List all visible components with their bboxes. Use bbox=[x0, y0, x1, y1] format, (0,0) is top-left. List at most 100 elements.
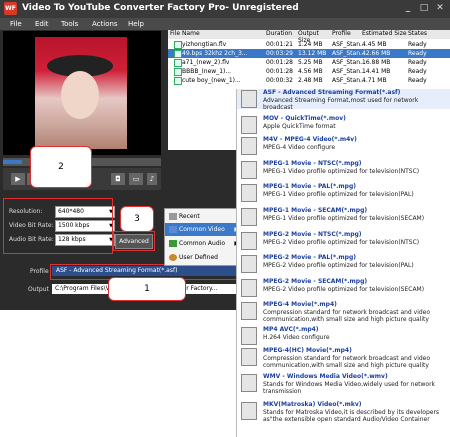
col-estimated-size[interactable]: Estimated Size bbox=[362, 30, 408, 39]
format-item[interactable]: M4V - MPEG-4 Video(*.m4v) MPEG-4 Video co… bbox=[237, 136, 450, 156]
table-cell: Ready bbox=[408, 77, 427, 84]
table-cell: BBBB_(new_1)... bbox=[182, 68, 232, 75]
col-file-name[interactable]: File Name bbox=[168, 30, 266, 39]
row-checkbox[interactable] bbox=[174, 68, 182, 76]
format-item[interactable]: MPEG-2 Movie - PAL(*.mpg) MPEG-2 Video pr… bbox=[237, 254, 450, 274]
user-icon bbox=[169, 254, 177, 261]
table-cell: ASF_Stan... bbox=[332, 68, 366, 75]
format-name: ASF - Advanced Streaming Format(*.asf) bbox=[263, 89, 401, 96]
menu-tools[interactable]: Tools bbox=[61, 20, 78, 28]
video-file-icon bbox=[241, 116, 257, 134]
table-row[interactable]: BBBB_(new_1)... 00:01:28 4.56 MB ASF_Stan..… bbox=[168, 67, 450, 76]
video-file-icon bbox=[241, 348, 257, 366]
format-item[interactable]: MPEG-2 Movie - SECAM(*.mpg) MPEG-2 Video … bbox=[237, 278, 450, 298]
col-profile[interactable]: Profile bbox=[332, 30, 362, 39]
maximize-icon[interactable]: □ bbox=[418, 2, 430, 14]
table-cell: 4.71 MB bbox=[362, 77, 387, 84]
table-cell: 1.24 MB bbox=[298, 41, 323, 48]
format-item[interactable]: MPEG-2 Movie - NTSC(*.mpg) MPEG-2 Video p… bbox=[237, 231, 450, 251]
video-file-icon bbox=[241, 90, 257, 108]
table-cell: cute boy_(new_1)... bbox=[182, 77, 241, 84]
row-checkbox[interactable] bbox=[174, 50, 182, 58]
submenu-common-audio[interactable]: Common Audio▶ bbox=[165, 237, 243, 250]
menu-bar: File Edit Tools Actions Help bbox=[0, 18, 450, 30]
format-item[interactable]: MPEG-4 Movie(*.mp4) Compression standard … bbox=[237, 301, 450, 327]
format-item[interactable]: MPEG-4(HC) Movie(*.mp4) Compression stand… bbox=[237, 347, 450, 373]
format-description: MPEG-2 Video profile optimized for telev… bbox=[263, 262, 414, 269]
output-label: Output bbox=[28, 286, 49, 293]
video-file-icon bbox=[241, 208, 257, 226]
close-icon[interactable]: ✕ bbox=[434, 2, 446, 14]
recent-icon bbox=[169, 213, 177, 220]
col-states[interactable]: States bbox=[408, 30, 450, 39]
callout-1: 1 bbox=[108, 277, 186, 301]
menu-edit[interactable]: Edit bbox=[35, 20, 49, 28]
format-description: Stands for Windows Media Video,widely us… bbox=[263, 381, 436, 395]
format-description: MPEG-2 Video profile optimized for telev… bbox=[263, 239, 420, 246]
format-item[interactable]: MOV - QuickTime(*.mov) Apple QuickTime fo… bbox=[237, 115, 450, 135]
table-row[interactable]: cute boy_(new_1)... 00:00:32 2.48 MB ASF_St… bbox=[168, 76, 450, 85]
format-item[interactable]: MP4 AVC(*.mp4) H.264 Video configure bbox=[237, 326, 450, 346]
menu-file[interactable]: File bbox=[10, 20, 22, 28]
format-name: MPEG-1 Movie - PAL(*.mpg) bbox=[263, 183, 356, 190]
format-item[interactable]: MPEG-1 Movie - SECAM(*.mpg) MPEG-1 Video … bbox=[237, 207, 450, 227]
callout-3: 3 bbox=[120, 206, 154, 232]
table-cell: 00:01:21 bbox=[266, 41, 293, 48]
col-duration[interactable]: Duration bbox=[266, 30, 298, 39]
table-cell: 00:03:29 bbox=[266, 50, 293, 57]
app-logo-icon: WF bbox=[4, 2, 17, 15]
table-cell: 49.bps 32khz 2ch_3... bbox=[182, 50, 248, 57]
minimize-icon[interactable]: _ bbox=[402, 2, 414, 14]
submenu-recent[interactable]: Recent bbox=[165, 210, 243, 223]
row-checkbox[interactable] bbox=[174, 59, 182, 67]
play-icon[interactable]: ▶ bbox=[11, 173, 25, 185]
format-name: MPEG-4(HC) Movie(*.mp4) bbox=[263, 347, 352, 354]
table-cell: 4.45 MB bbox=[362, 41, 387, 48]
format-item[interactable]: MPEG-1 Movie - PAL(*.mpg) MPEG-1 Video pr… bbox=[237, 183, 450, 203]
volume-icon[interactable]: ♪ bbox=[147, 173, 157, 185]
format-name: MOV - QuickTime(*.mov) bbox=[263, 115, 346, 122]
folder-icon[interactable]: ▭ bbox=[129, 173, 143, 185]
submenu-user-defined[interactable]: User Defined bbox=[165, 251, 243, 264]
snapshot-icon[interactable]: ◘ bbox=[111, 173, 125, 185]
preview-frame bbox=[35, 37, 127, 149]
highlight-box-settings bbox=[3, 198, 113, 254]
audio-icon bbox=[169, 240, 177, 247]
seek-progress bbox=[3, 160, 22, 164]
title-bar: WF Video To YouTube Converter Factory Pr… bbox=[0, 0, 450, 18]
format-name: MPEG-4 Movie(*.mp4) bbox=[263, 301, 337, 308]
menu-actions[interactable]: Actions bbox=[92, 20, 118, 28]
format-item[interactable]: WMV - Windows Media Video(*.wmv) Stands f… bbox=[237, 373, 450, 399]
format-description: Apple QuickTime format bbox=[263, 123, 336, 130]
video-file-icon bbox=[241, 279, 257, 297]
format-name: MPEG-2 Movie - PAL(*.mpg) bbox=[263, 254, 356, 261]
format-item[interactable]: ASF - Advanced Streaming Format(*.asf) Ad… bbox=[237, 89, 450, 111]
table-row[interactable]: yizhongtian.flv 00:01:21 1.24 MB ASF_Stan..… bbox=[168, 40, 450, 49]
row-checkbox[interactable] bbox=[174, 77, 182, 85]
table-cell: ASF_Stan... bbox=[332, 77, 366, 84]
format-name: MP4 AVC(*.mp4) bbox=[263, 326, 319, 333]
row-checkbox[interactable] bbox=[174, 41, 182, 49]
table-cell: 16.88 MB bbox=[362, 59, 391, 66]
format-description: Stands for Matroska Video,it is describe… bbox=[263, 409, 440, 423]
table-row[interactable]: 49.bps 32khz 2ch_3... 00:03:29 13.12 MB ASF… bbox=[168, 49, 450, 58]
table-cell: 13.12 MB bbox=[298, 50, 327, 57]
format-item[interactable]: MPEG-1 Movie - NTSC(*.mpg) MPEG-1 Video p… bbox=[237, 160, 450, 180]
table-row[interactable]: a71_(new_2).flv 00:01:28 5.25 MB ASF_Stan..… bbox=[168, 58, 450, 67]
col-output-size[interactable]: Output Size bbox=[298, 30, 332, 44]
format-description: H.264 Video configure bbox=[263, 334, 330, 341]
format-name: MPEG-1 Movie - SECAM(*.mpg) bbox=[263, 207, 368, 214]
highlight-box-advanced bbox=[113, 231, 155, 251]
table-cell: 5.25 MB bbox=[298, 59, 323, 66]
format-item[interactable]: MKV(Matroska) Video(*.mkv) Stands for Mat… bbox=[237, 401, 450, 427]
video-file-icon bbox=[241, 302, 257, 320]
callout-2: 2 bbox=[30, 146, 92, 188]
format-description: Compression standard for network broadca… bbox=[263, 309, 431, 323]
table-cell: 00:01:28 bbox=[266, 59, 293, 66]
video-file-icon bbox=[241, 255, 257, 273]
table-cell: yizhongtian.flv bbox=[182, 41, 227, 48]
submenu-common-video[interactable]: Common Video▶ bbox=[165, 223, 243, 236]
window-title: Video To YouTube Converter Factory Pro- … bbox=[22, 3, 299, 13]
menu-help[interactable]: Help bbox=[128, 20, 144, 28]
format-name: MPEG-2 Movie - SECAM(*.mpg) bbox=[263, 278, 368, 285]
